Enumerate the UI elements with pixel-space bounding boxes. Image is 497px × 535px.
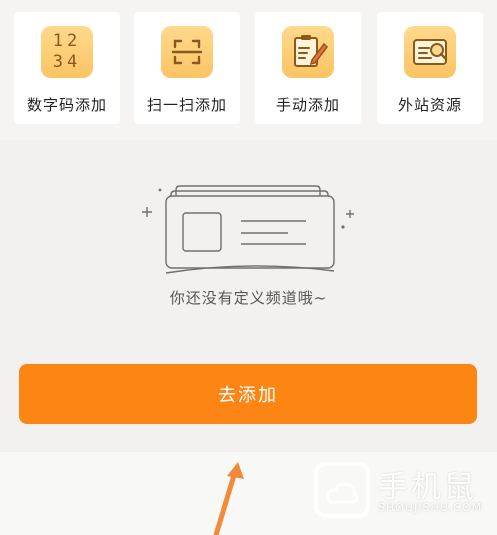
number-code-icon: 12 34 bbox=[41, 26, 93, 78]
scan-icon bbox=[161, 26, 213, 78]
quick-add-bar: 12 34 数字码添加 扫一扫添加 手动添加 外站资源 bbox=[0, 0, 497, 140]
empty-card-icon bbox=[142, 185, 354, 274]
manual-add-tile[interactable]: 手动添加 bbox=[255, 12, 361, 124]
number-code-add-tile[interactable]: 12 34 数字码添加 bbox=[14, 12, 120, 124]
number-code-add-label: 数字码添加 bbox=[26, 96, 107, 114]
number-code-digits-top: 12 bbox=[52, 31, 82, 51]
manual-edit-icon bbox=[282, 26, 334, 78]
external-source-icon bbox=[404, 26, 456, 78]
number-code-digits-bottom: 34 bbox=[52, 52, 82, 72]
go-add-button[interactable]: 去添加 bbox=[19, 364, 477, 424]
pointer-arrow-icon bbox=[213, 462, 244, 535]
external-source-label: 外站资源 bbox=[397, 96, 462, 114]
watermark-subtitle: SHOUJISHU.COM bbox=[378, 501, 483, 514]
scan-add-label: 扫一扫添加 bbox=[146, 96, 227, 114]
scan-add-tile[interactable]: 扫一扫添加 bbox=[134, 12, 240, 124]
empty-state-message: 你还没有定义频道哦~ bbox=[169, 289, 328, 307]
external-source-tile[interactable]: 外站资源 bbox=[377, 12, 483, 124]
watermark-title: 手机鼠 bbox=[378, 470, 477, 505]
manual-add-label: 手动添加 bbox=[275, 96, 340, 114]
